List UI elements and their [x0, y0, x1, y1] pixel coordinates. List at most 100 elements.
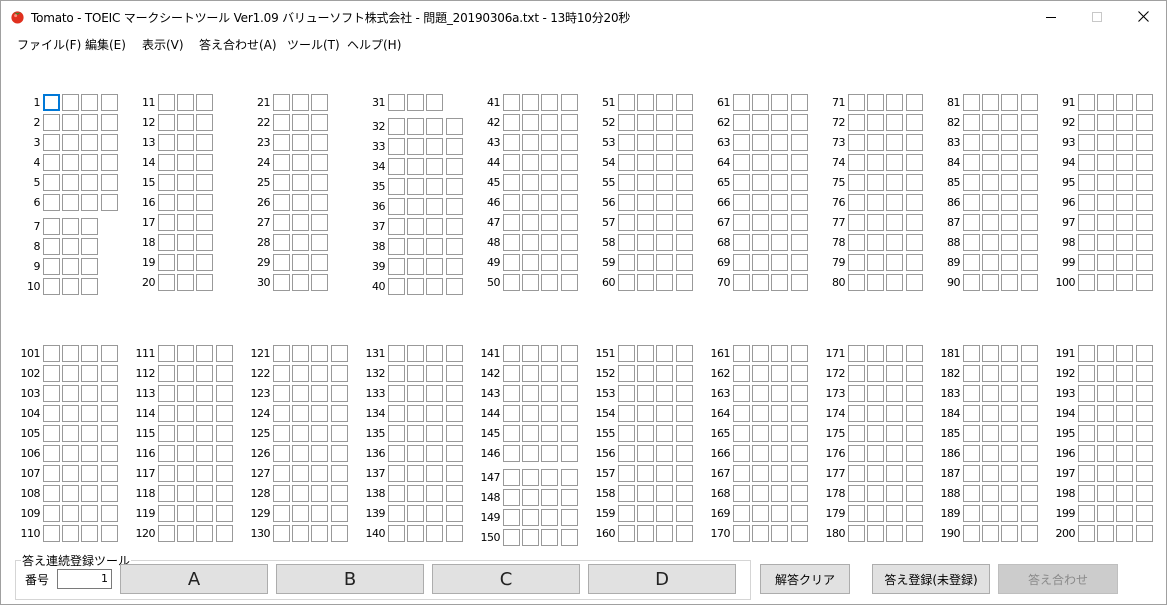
answer-box[interactable] [886, 485, 904, 502]
answer-box[interactable] [637, 405, 655, 422]
answer-box[interactable] [905, 445, 923, 462]
answer-box[interactable] [752, 385, 770, 402]
answer-box[interactable] [637, 94, 655, 111]
answer-box[interactable] [1097, 445, 1115, 462]
answer-box[interactable] [848, 94, 865, 111]
answer-box[interactable] [100, 405, 118, 422]
answer-box[interactable] [905, 385, 923, 402]
title-bar[interactable]: Tomato - TOEIC マークシートツール Ver1.09 バリューソフト… [1, 1, 1166, 32]
answer-box[interactable] [752, 254, 770, 271]
answer-box[interactable] [1135, 134, 1153, 151]
answer-box[interactable] [867, 214, 885, 231]
answer-box[interactable] [311, 385, 329, 402]
answer-box[interactable] [81, 134, 99, 151]
answer-box[interactable] [273, 445, 290, 462]
answer-box[interactable] [848, 385, 865, 402]
answer-box[interactable] [848, 274, 865, 291]
answer-box[interactable] [848, 114, 865, 131]
answer-box[interactable] [637, 234, 655, 251]
answer-box[interactable] [407, 365, 425, 382]
answer-box[interactable] [1135, 234, 1153, 251]
check-answers-button[interactable]: 答え合わせ [998, 564, 1118, 594]
answer-box[interactable] [522, 234, 540, 251]
answer-box[interactable] [1001, 345, 1019, 362]
answer-box[interactable] [158, 405, 175, 422]
answer-box[interactable] [1135, 525, 1153, 542]
answer-box[interactable] [1078, 445, 1095, 462]
answer-box[interactable] [311, 345, 329, 362]
answer-box[interactable] [445, 485, 463, 502]
answer-box[interactable] [158, 194, 175, 211]
answer-box[interactable] [905, 194, 923, 211]
answer-box[interactable] [407, 178, 425, 195]
answer-box[interactable] [675, 405, 693, 422]
answer-box[interactable] [503, 489, 520, 506]
answer-box[interactable] [407, 198, 425, 215]
answer-box[interactable] [675, 154, 693, 171]
answer-box[interactable] [1135, 214, 1153, 231]
answer-box[interactable] [771, 465, 789, 482]
answer-box[interactable] [81, 405, 99, 422]
answer-box[interactable] [407, 345, 425, 362]
answer-box[interactable] [886, 134, 904, 151]
answer-box[interactable] [733, 505, 750, 522]
answer-box[interactable] [1078, 345, 1095, 362]
answer-box[interactable] [752, 194, 770, 211]
answer-box[interactable] [752, 365, 770, 382]
menu-file[interactable]: ファイル(F) [17, 36, 81, 53]
answer-box[interactable] [656, 274, 674, 291]
answer-box[interactable] [848, 194, 865, 211]
answer-box[interactable] [522, 174, 540, 191]
answer-box[interactable] [292, 445, 310, 462]
answer-box[interactable] [733, 385, 750, 402]
answer-box[interactable] [62, 134, 80, 151]
answer-box[interactable] [158, 485, 175, 502]
answer-box[interactable] [292, 505, 310, 522]
answer-box[interactable] [1116, 485, 1134, 502]
answer-box[interactable] [771, 525, 789, 542]
answer-box[interactable] [503, 425, 520, 442]
answer-box[interactable] [963, 254, 980, 271]
answer-box[interactable] [848, 525, 865, 542]
answer-box[interactable] [1116, 405, 1134, 422]
answer-box[interactable] [1116, 174, 1134, 191]
answer-box[interactable] [886, 154, 904, 171]
answer-box[interactable] [292, 194, 310, 211]
answer-box[interactable] [618, 174, 635, 191]
answer-box[interactable] [771, 214, 789, 231]
answer-box[interactable] [675, 194, 693, 211]
answer-box[interactable] [733, 254, 750, 271]
answer-box[interactable] [771, 425, 789, 442]
answer-box[interactable] [1135, 405, 1153, 422]
answer-box[interactable] [560, 94, 578, 111]
answer-box[interactable] [752, 345, 770, 362]
answer-a-button[interactable]: A [120, 564, 268, 594]
answer-box[interactable] [196, 274, 214, 291]
answer-box[interactable] [675, 485, 693, 502]
answer-box[interactable] [445, 158, 463, 175]
answer-box[interactable] [1097, 214, 1115, 231]
answer-box[interactable] [618, 234, 635, 251]
answer-box[interactable] [675, 274, 693, 291]
answer-box[interactable] [637, 254, 655, 271]
answer-box[interactable] [388, 445, 405, 462]
answer-box[interactable] [273, 214, 290, 231]
answer-box[interactable] [982, 194, 1000, 211]
answer-box[interactable] [522, 134, 540, 151]
answer-box[interactable] [522, 489, 540, 506]
answer-box[interactable] [1020, 445, 1038, 462]
answer-box[interactable] [158, 274, 175, 291]
answer-box[interactable] [445, 198, 463, 215]
answer-box[interactable] [867, 234, 885, 251]
answer-box[interactable] [215, 465, 233, 482]
answer-box[interactable] [637, 345, 655, 362]
answer-box[interactable] [771, 254, 789, 271]
answer-box[interactable] [982, 385, 1000, 402]
answer-box[interactable] [637, 465, 655, 482]
answer-box[interactable] [1001, 465, 1019, 482]
answer-box[interactable] [637, 194, 655, 211]
answer-box[interactable] [330, 505, 348, 522]
answer-box[interactable] [273, 345, 290, 362]
answer-box[interactable] [982, 174, 1000, 191]
answer-box[interactable] [1020, 465, 1038, 482]
